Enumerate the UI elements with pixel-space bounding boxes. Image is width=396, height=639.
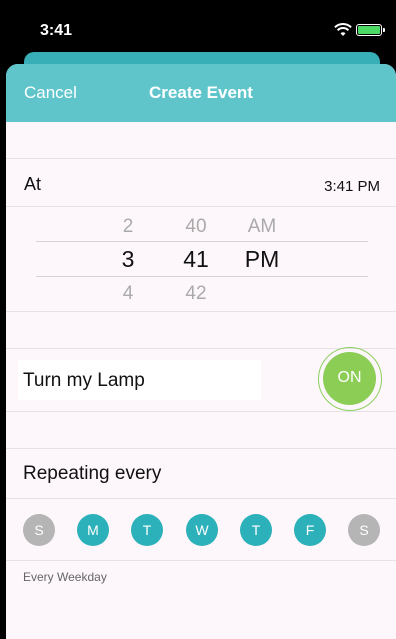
divider bbox=[6, 311, 396, 312]
picker-selection-top-line bbox=[36, 241, 368, 242]
divider bbox=[6, 158, 396, 159]
hour-option[interactable]: 4 bbox=[98, 283, 158, 305]
period-option-selected[interactable]: PM bbox=[232, 246, 292, 273]
divider bbox=[6, 498, 396, 499]
nav-bar: Cancel Create Event bbox=[6, 64, 396, 122]
divider bbox=[6, 411, 396, 412]
battery-icon bbox=[356, 24, 385, 36]
page-title: Create Event bbox=[149, 83, 253, 102]
period-option[interactable]: AM bbox=[232, 216, 292, 238]
status-bar: 3:41 bbox=[0, 0, 396, 50]
wifi-icon bbox=[334, 23, 352, 36]
lamp-label: Turn my Lamp bbox=[23, 370, 145, 391]
at-label: At bbox=[24, 174, 42, 194]
repeat-summary: Every Weekday bbox=[23, 570, 107, 584]
divider bbox=[6, 206, 396, 207]
picker-selection-bottom-line bbox=[36, 276, 368, 277]
time-picker[interactable]: 2 3 4 40 41 42 AM PM bbox=[6, 210, 396, 310]
status-time: 3:41 bbox=[40, 22, 73, 39]
divider bbox=[6, 560, 396, 561]
hour-option[interactable]: 2 bbox=[98, 216, 158, 238]
lamp-toggle[interactable]: ON bbox=[318, 347, 382, 411]
minute-option[interactable]: 42 bbox=[166, 283, 226, 305]
day-saturday[interactable]: S bbox=[348, 514, 380, 546]
lamp-toggle-label: ON bbox=[337, 369, 362, 386]
day-thursday[interactable]: T bbox=[240, 514, 272, 546]
day-monday[interactable]: M bbox=[77, 514, 109, 546]
day-sunday[interactable]: S bbox=[23, 514, 55, 546]
minute-option[interactable]: 40 bbox=[166, 216, 226, 238]
at-time-value[interactable]: 3:41 PM bbox=[324, 178, 380, 195]
day-wednesday[interactable]: W bbox=[186, 514, 218, 546]
divider bbox=[6, 448, 396, 449]
day-friday[interactable]: F bbox=[294, 514, 326, 546]
repeat-label: Repeating every bbox=[23, 463, 162, 484]
hour-option-selected[interactable]: 3 bbox=[98, 246, 158, 273]
create-event-sheet: Cancel Create Event At 3:41 PM 2 3 4 40 … bbox=[6, 64, 396, 639]
day-tuesday[interactable]: T bbox=[131, 514, 163, 546]
minute-option-selected[interactable]: 41 bbox=[166, 246, 226, 273]
